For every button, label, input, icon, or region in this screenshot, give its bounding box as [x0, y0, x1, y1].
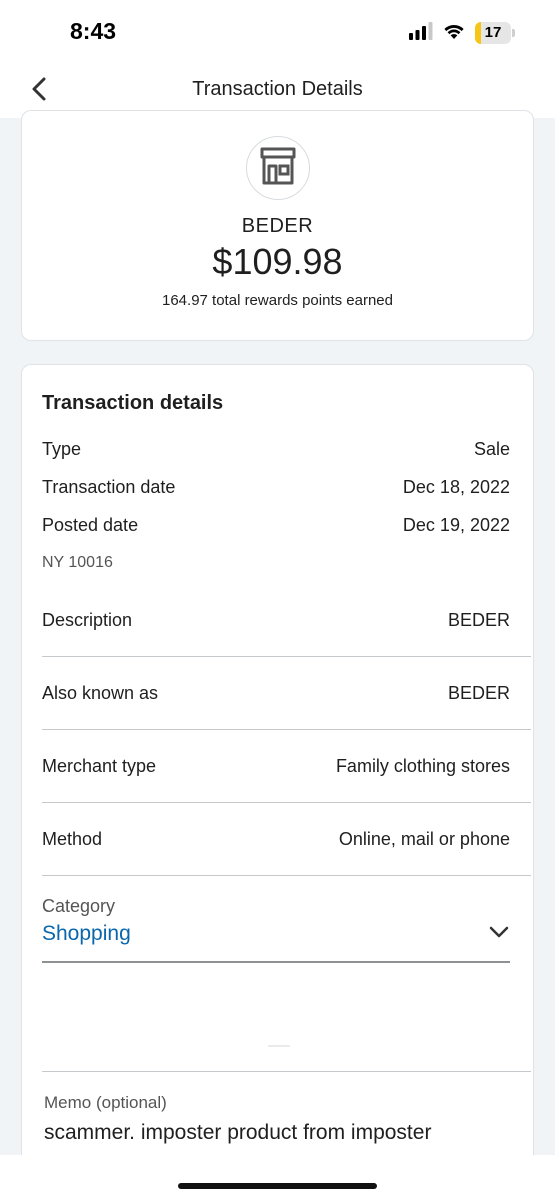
section-title: Transaction details: [42, 392, 224, 414]
memo-label: Memo (optional): [44, 1093, 167, 1112]
merchant-location: NY 10016: [42, 554, 113, 571]
description-value: BEDER: [447, 610, 510, 630]
home-indicator[interactable]: [178, 1183, 377, 1189]
bottom-safe-area: [0, 1155, 555, 1200]
transaction-summary-card: BEDER $109.98 164.97 total rewards point…: [21, 110, 534, 341]
status-bar: 8:43 17: [0, 0, 555, 62]
category-label: Category: [42, 896, 116, 916]
category-underline: [42, 961, 510, 963]
method-value: Online, mail or phone: [338, 829, 510, 849]
also-known-as-label: Also known as: [42, 683, 159, 703]
posted-date-label: Posted date: [42, 515, 139, 535]
rewards-points: 164.97 total rewards points earned: [162, 292, 393, 309]
page-title: Transaction Details: [192, 78, 363, 100]
category-dropdown-toggle[interactable]: [488, 923, 510, 945]
divider: [42, 802, 531, 803]
type-label: Type: [42, 439, 82, 459]
description-label: Description: [42, 610, 133, 630]
merchant-name: BEDER: [241, 215, 314, 237]
transaction-date-value: Dec 18, 2022: [402, 477, 510, 497]
battery-level: 17: [484, 24, 502, 41]
scroll-hint: [268, 1045, 290, 1047]
type-value: Sale: [473, 439, 510, 459]
method-label: Method: [42, 829, 103, 849]
memo-field[interactable]: scammer. imposter product from imposter: [44, 1121, 523, 1145]
also-known-as-row: Also known as BEDER: [42, 683, 510, 704]
storefront-icon: [256, 146, 300, 191]
wifi-icon: [442, 22, 466, 45]
category-dropdown[interactable]: Shopping: [42, 922, 131, 946]
chevron-down-icon: [489, 925, 509, 943]
merchant-avatar: [246, 136, 310, 200]
divider: [42, 656, 531, 657]
cellular-signal-icon: [409, 21, 433, 45]
type-row: Type Sale: [42, 439, 510, 460]
posted-date-row: Posted date Dec 19, 2022: [42, 515, 510, 536]
divider: [42, 875, 531, 876]
transaction-date-label: Transaction date: [42, 477, 176, 497]
merchant-type-label: Merchant type: [42, 756, 157, 776]
status-icons: 17: [409, 20, 515, 46]
divider: [42, 729, 531, 730]
also-known-as-value: BEDER: [447, 683, 510, 703]
merchant-type-row: Merchant type Family clothing stores: [42, 756, 510, 777]
transaction-amount: $109.98: [212, 241, 343, 282]
status-time: 8:43: [70, 18, 117, 44]
divider: [42, 1071, 531, 1072]
posted-date-value: Dec 19, 2022: [402, 515, 510, 535]
description-row: Description BEDER: [42, 610, 510, 631]
transaction-details-card: Transaction details Type Sale Transactio…: [21, 364, 534, 1164]
battery-icon: 17: [475, 22, 515, 44]
method-row: Method Online, mail or phone: [42, 829, 510, 850]
transaction-date-row: Transaction date Dec 18, 2022: [42, 477, 510, 498]
merchant-type-value: Family clothing stores: [335, 756, 510, 776]
